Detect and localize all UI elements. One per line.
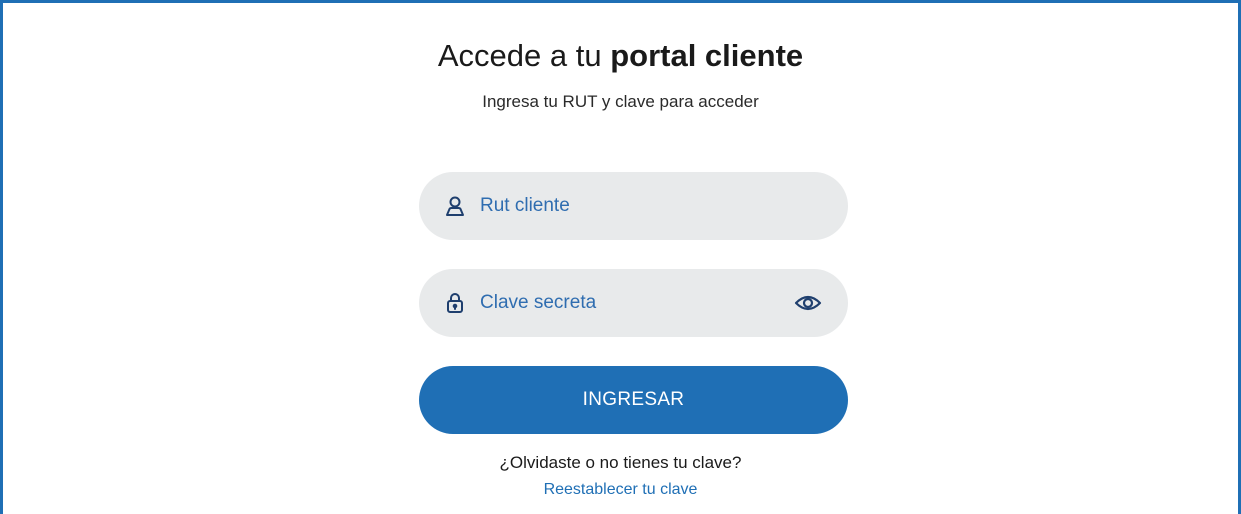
page-subtitle: Ingresa tu RUT y clave para acceder: [482, 92, 759, 111]
password-input[interactable]: [480, 269, 780, 337]
reset-password-container: Reestablecer tu clave: [0, 480, 1241, 500]
rut-input[interactable]: [480, 172, 780, 240]
page-title-bold: portal cliente: [610, 38, 804, 73]
page-frame: [0, 0, 1241, 514]
password-field[interactable]: [419, 269, 848, 337]
forgot-password-text: ¿Olvidaste o no tienes tu clave?: [499, 453, 742, 472]
eye-icon[interactable]: [794, 290, 822, 316]
page-title: Accede a tu portal cliente: [0, 38, 1241, 74]
reset-password-link[interactable]: Reestablecer tu clave: [544, 481, 698, 498]
rut-field[interactable]: [419, 172, 848, 240]
login-button[interactable]: INGRESAR: [419, 366, 848, 434]
page-title-prefix: Accede a tu: [437, 38, 611, 73]
user-icon: [443, 194, 467, 218]
lock-icon: [443, 291, 467, 315]
